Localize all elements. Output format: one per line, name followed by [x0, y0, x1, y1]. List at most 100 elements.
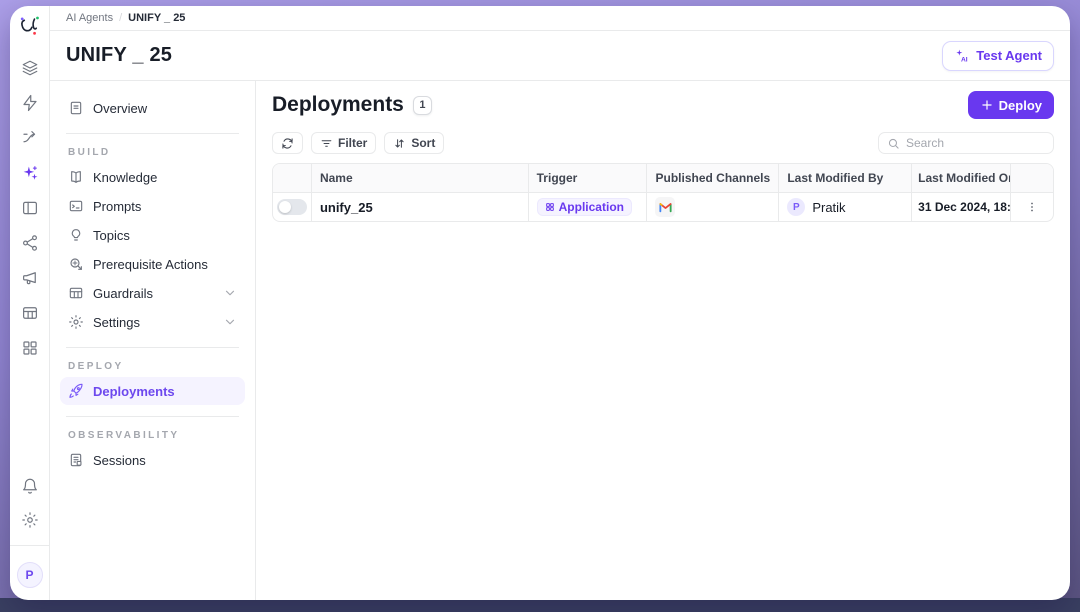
trigger-badge-label: Application [559, 200, 624, 214]
sidebar-item-prerequisite-actions[interactable]: Prerequisite Actions [60, 250, 245, 278]
sidebar-item-label: Prompts [93, 199, 141, 214]
actions-icon [68, 256, 84, 272]
column-header-last-modified-on: Last Modified On [911, 164, 1010, 192]
breadcrumb-parent[interactable]: AI Agents [66, 12, 113, 24]
sidebar-divider [66, 416, 239, 417]
refresh-icon [281, 137, 294, 150]
bell-icon[interactable] [21, 477, 39, 495]
rocket-icon [68, 383, 84, 399]
table-header-row: Name Trigger Published Channels Last Mod… [273, 164, 1053, 192]
prompt-window-icon [68, 198, 84, 214]
flow-icon[interactable] [21, 129, 39, 147]
table-row: unify_25 Application [273, 192, 1053, 221]
sidebar-item-label: Overview [93, 101, 147, 116]
sidebar-item-overview[interactable]: Overview [60, 94, 245, 122]
sidebar-item-knowledge[interactable]: Knowledge [60, 163, 245, 191]
column-header-published-channels: Published Channels [646, 164, 778, 192]
section-title-observability: OBSERVABILITY [68, 430, 237, 441]
rail-divider [10, 545, 49, 546]
sidebar-item-deployments[interactable]: Deployments [60, 377, 245, 405]
refresh-button[interactable] [272, 132, 303, 154]
sidebar-item-label: Knowledge [93, 170, 157, 185]
user-avatar[interactable]: P [17, 562, 43, 588]
deploy-button[interactable]: Deploy [968, 91, 1054, 119]
page-title: UNIFY _ 25 [66, 44, 172, 67]
filter-lines-icon [320, 137, 333, 150]
svg-text:AI: AI [961, 56, 968, 63]
gear-icon[interactable] [21, 511, 39, 529]
sparkles-icon[interactable] [21, 164, 39, 182]
modified-by-name: Pratik [812, 200, 845, 215]
layout-icon[interactable] [21, 199, 39, 217]
search-box[interactable] [878, 132, 1054, 154]
grid-small-icon [545, 202, 555, 212]
sidebar-divider [66, 133, 239, 134]
title-bar: UNIFY _ 25 AI Test Agent [50, 31, 1070, 81]
sidebar-item-label: Topics [93, 228, 130, 243]
icon-rail: P [10, 6, 50, 600]
breadcrumb-separator: / [119, 12, 122, 24]
breadcrumb-current: UNIFY _ 25 [128, 12, 185, 24]
search-input[interactable] [906, 136, 1045, 150]
sidebar-item-label: Deployments [93, 384, 175, 399]
book-icon [68, 169, 84, 185]
deployment-name: unify_25 [311, 193, 528, 221]
sidebar-item-sessions[interactable]: Sessions [60, 446, 245, 474]
table-icon[interactable] [21, 304, 39, 322]
sidebar-item-label: Settings [93, 315, 140, 330]
layers-icon[interactable] [21, 59, 39, 77]
sessions-icon [68, 452, 84, 468]
search-icon [887, 137, 900, 150]
plus-icon [980, 98, 994, 112]
sidebar-item-label: Guardrails [93, 286, 153, 301]
test-agent-button[interactable]: AI Test Agent [942, 41, 1054, 71]
filter-button[interactable]: Filter [311, 132, 376, 154]
modified-by-avatar: P [787, 198, 805, 216]
column-header-name: Name [311, 164, 528, 192]
chevron-down-icon [223, 315, 237, 329]
deployments-count-badge: 1 [413, 96, 432, 115]
deployments-panel: Deployments 1 Deploy [256, 81, 1070, 600]
sort-button[interactable]: Sort [384, 132, 444, 154]
trigger-badge: Application [537, 198, 632, 216]
desktop-bottom-bar [0, 598, 1080, 612]
chevron-down-icon [223, 286, 237, 300]
sort-label: Sort [411, 136, 435, 150]
gmail-icon [655, 197, 675, 217]
megaphone-icon[interactable] [21, 269, 39, 287]
section-title-build: BUILD [68, 147, 237, 158]
breadcrumb: AI Agents / UNIFY _ 25 [50, 6, 1070, 31]
deployments-heading: Deployments [272, 93, 404, 117]
deployment-enabled-toggle[interactable] [277, 199, 307, 215]
app-column: AI Agents / UNIFY _ 25 UNIFY _ 25 AI Tes… [50, 6, 1070, 600]
agent-sidebar: Overview BUILD Knowledge Prompts [50, 81, 256, 600]
app-window: P AI Agents / UNIFY _ 25 UNIFY _ 25 AI T… [10, 6, 1070, 600]
column-header-trigger: Trigger [528, 164, 647, 192]
sidebar-item-label: Prerequisite Actions [93, 257, 208, 272]
lightbulb-icon [68, 227, 84, 243]
table-icon [68, 285, 84, 301]
header-actions-column [1010, 164, 1053, 192]
app-logo-icon[interactable] [17, 13, 43, 39]
test-agent-icon: AI [954, 48, 970, 64]
deployments-table: Name Trigger Published Channels Last Mod… [272, 163, 1054, 222]
sidebar-divider [66, 347, 239, 348]
modified-on-date: 31 Dec 2024, 18:11 [911, 193, 1010, 221]
sidebar-item-prompts[interactable]: Prompts [60, 192, 245, 220]
filter-label: Filter [338, 136, 367, 150]
test-agent-label: Test Agent [976, 48, 1042, 63]
sort-icon [393, 137, 406, 150]
apps-grid-icon[interactable] [21, 339, 39, 357]
share-icon[interactable] [21, 234, 39, 252]
sidebar-item-guardrails[interactable]: Guardrails [60, 279, 245, 307]
sidebar-item-topics[interactable]: Topics [60, 221, 245, 249]
sidebar-item-settings[interactable]: Deployments Settings [60, 308, 245, 336]
gear-icon [68, 314, 84, 330]
zap-icon[interactable] [21, 94, 39, 112]
deploy-button-label: Deploy [999, 98, 1042, 113]
header-toggle-column [273, 164, 311, 192]
column-header-last-modified-by: Last Modified By [778, 164, 911, 192]
section-title-deploy: DEPLOY [68, 361, 237, 372]
file-text-icon [68, 100, 84, 116]
row-kebab-menu-icon[interactable] [1025, 200, 1039, 214]
